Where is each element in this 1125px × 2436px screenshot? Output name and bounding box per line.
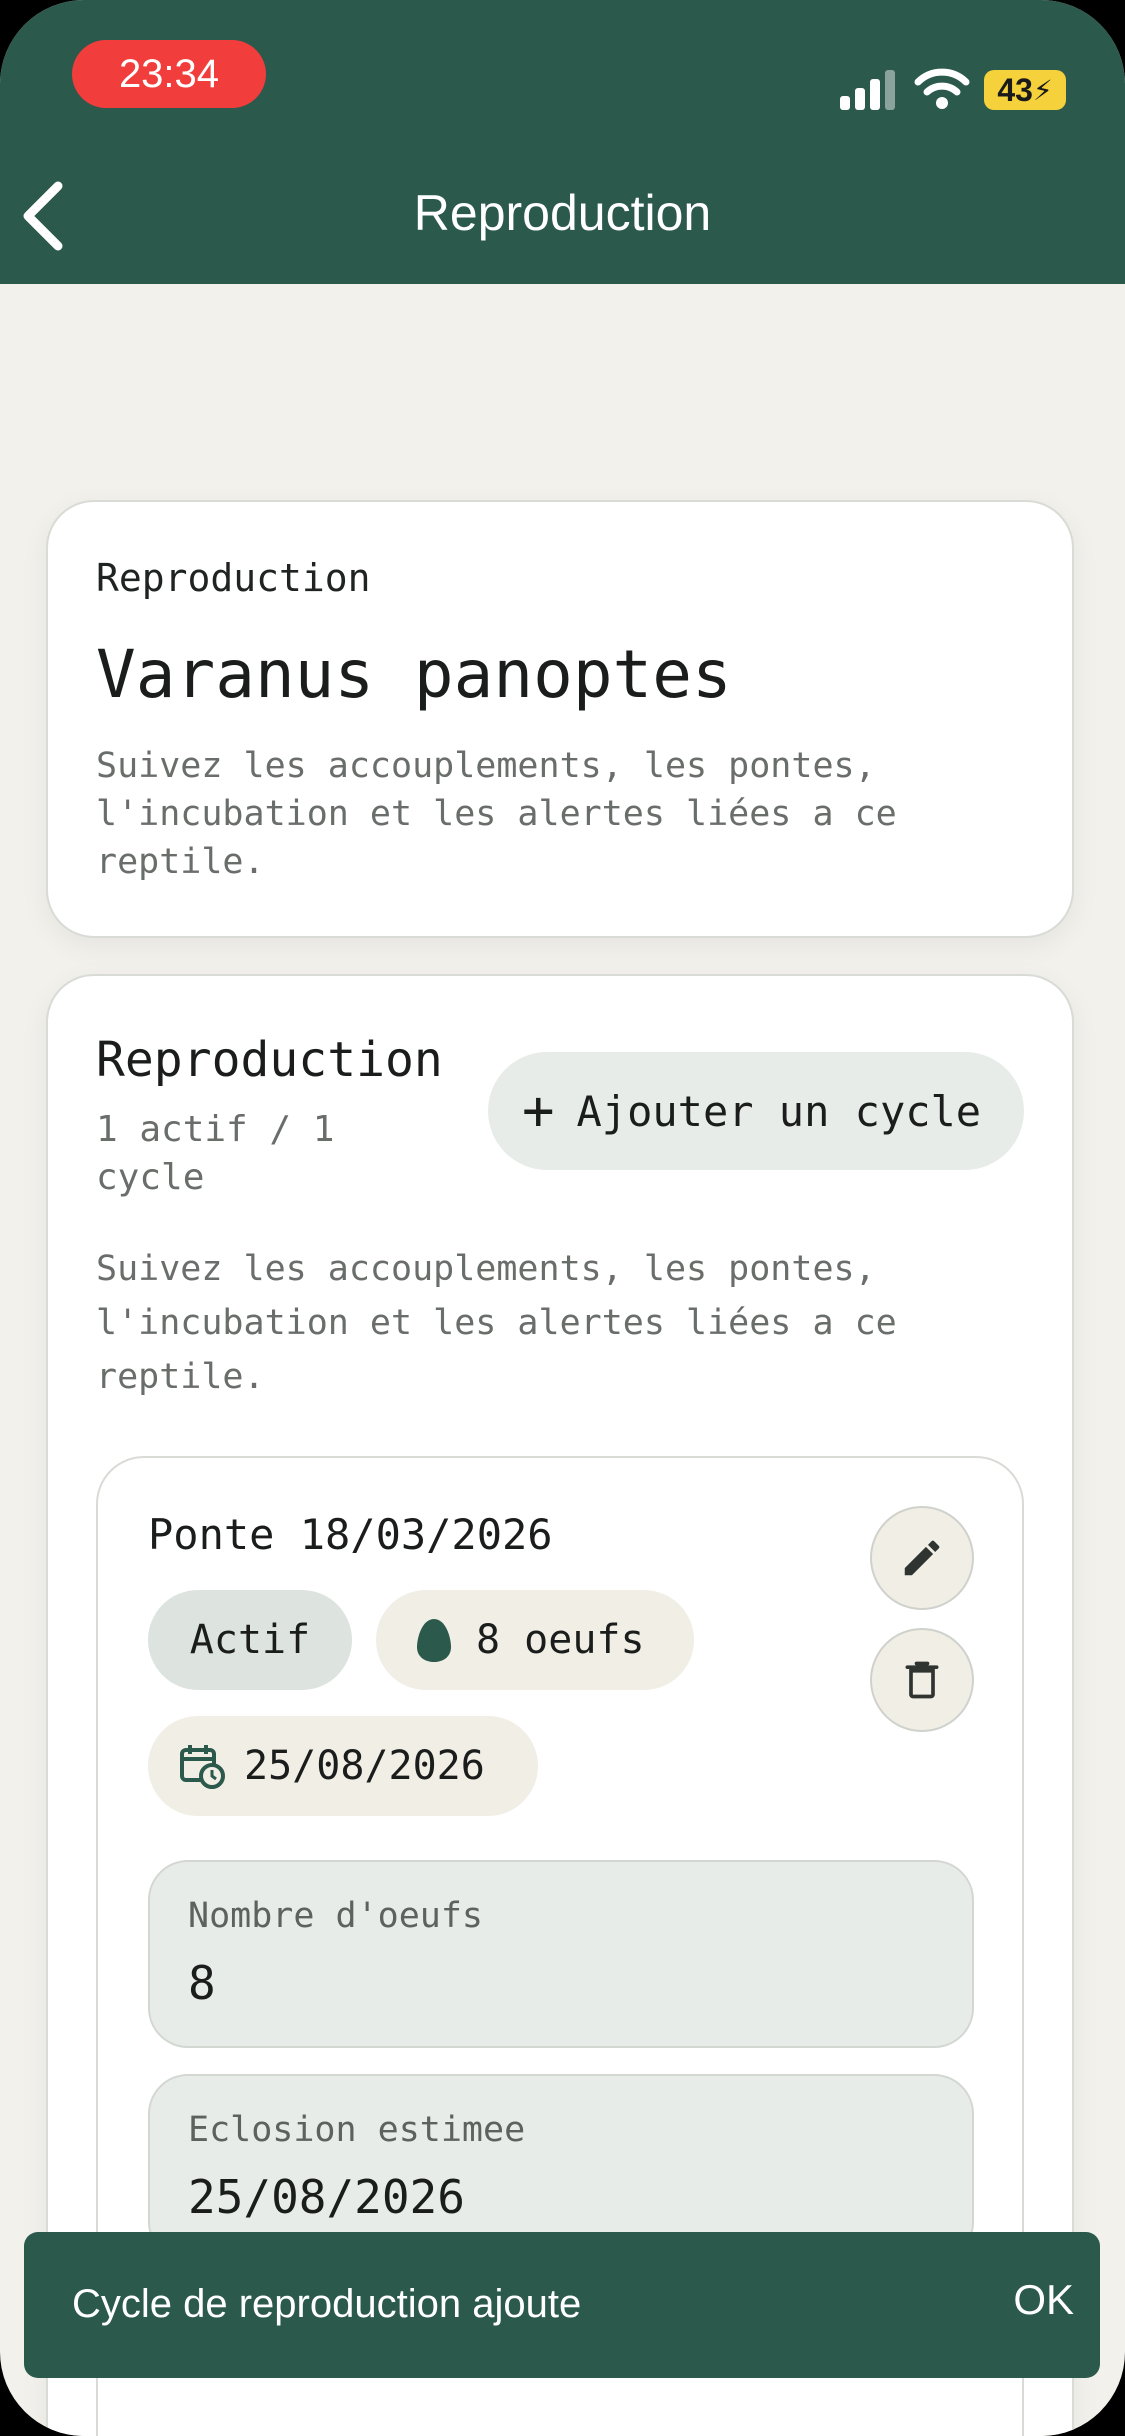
hatch-date-label: 25/08/2026 xyxy=(244,1743,485,1789)
trash-icon xyxy=(905,1661,939,1699)
hatch-estimate-field-label: Eclosion estimee xyxy=(188,2110,526,2150)
charging-bolt-icon: ⚡ xyxy=(1032,74,1053,106)
egg-count-chip: 8 oeufs xyxy=(376,1590,694,1690)
wifi-icon xyxy=(914,68,970,109)
delete-button[interactable] xyxy=(870,1628,974,1732)
pencil-icon xyxy=(904,1540,940,1576)
calendar-clock-icon xyxy=(180,1745,225,1789)
snackbar: Cycle de reproduction ajoute OK xyxy=(24,2232,1100,2378)
egg-count-field-value: 8 xyxy=(188,1956,216,2010)
egg-count-field-label: Nombre d'oeufs xyxy=(188,1896,484,1936)
hatch-estimate-field-value: 25/08/2026 xyxy=(188,2170,465,2224)
edit-button[interactable] xyxy=(870,1506,974,1610)
status-time: 23:34 xyxy=(72,40,266,108)
battery-indicator: 43 ⚡ xyxy=(984,70,1066,110)
summary-overline: Reproduction xyxy=(96,556,371,600)
cycle-count: 1 actif / 1 cycle xyxy=(96,1109,335,1198)
section-title: Reproduction xyxy=(96,1032,443,1088)
page-title: Reproduction xyxy=(413,185,712,241)
add-cycle-button[interactable]: + Ajouter un cycle xyxy=(488,1052,1024,1170)
egg-icon xyxy=(417,1619,451,1662)
snackbar-message: Cycle de reproduction ajoute xyxy=(72,2282,582,2326)
hatch-date-chip: 25/08/2026 xyxy=(148,1716,538,1816)
battery-level: 43 xyxy=(997,71,1033,108)
app-bar: 23:34 43 ⚡ Reproduction xyxy=(0,0,1125,284)
species-name: Varanus panoptes xyxy=(96,636,732,713)
section-description: Suivez les accouplements, les pontes, l'… xyxy=(96,1249,897,1397)
plus-icon: + xyxy=(522,1079,555,1142)
snackbar-ok-button[interactable]: OK xyxy=(1013,2276,1074,2324)
cellular-signal-icon xyxy=(840,70,895,110)
add-cycle-label: Ajouter un cycle xyxy=(576,1086,982,1136)
cycle-title: Ponte 18/03/2026 xyxy=(148,1510,553,1559)
egg-count-field[interactable]: Nombre d'oeufs 8 xyxy=(148,1860,974,2048)
screen: 23:34 43 ⚡ Reproduction Reproduction Var… xyxy=(0,0,1125,2436)
summary-description: Suivez les accouplements, les pontes, l'… xyxy=(96,746,897,882)
egg-count-label: 8 oeufs xyxy=(476,1617,645,1663)
status-badge: Actif xyxy=(148,1590,352,1690)
